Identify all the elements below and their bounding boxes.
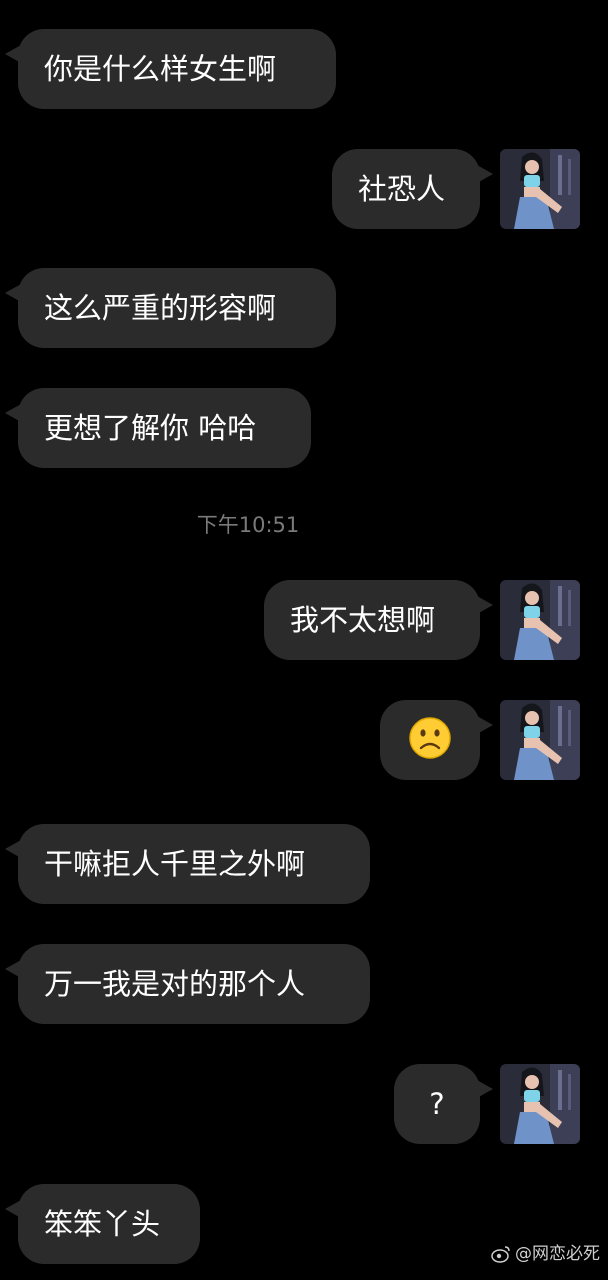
message-bubble-incoming[interactable]: 更想了解你 哈哈 [5, 388, 311, 468]
message-bubble-outgoing[interactable]: ? [394, 1064, 493, 1144]
message-text: 干嘛拒人千里之外啊 [44, 847, 306, 881]
avatar-photo-icon [500, 1064, 580, 1144]
message-text: 笨笨丫头 [44, 1207, 161, 1241]
timestamp: 下午10:51 [196, 513, 300, 537]
message-text: 这么严重的形容啊 [44, 291, 277, 325]
message-bubble-outgoing[interactable]: 我不太想啊 [264, 580, 493, 660]
message-bubble-incoming[interactable]: 你是什么样女生啊 [5, 29, 336, 109]
message-text: 你是什么样女生啊 [44, 52, 277, 86]
watermark-text: @网恋必死 [515, 1244, 600, 1264]
message-bubble-outgoing[interactable] [380, 700, 493, 780]
avatar[interactable] [500, 1064, 580, 1144]
message-bubble-incoming[interactable]: 万一我是对的那个人 [5, 944, 370, 1024]
message-bubble-incoming[interactable]: 干嘛拒人千里之外啊 [5, 824, 370, 904]
frowning-face-icon [409, 717, 451, 759]
message-text: 我不太想啊 [290, 603, 436, 637]
avatar-photo-icon [500, 149, 580, 229]
message-text: ? [429, 1087, 445, 1121]
message-text: 万一我是对的那个人 [44, 967, 306, 1001]
avatar[interactable] [500, 580, 580, 660]
watermark: @网恋必死 [491, 1242, 600, 1266]
message-bubble-incoming[interactable]: 笨笨丫头 [5, 1184, 200, 1264]
message-text: 更想了解你 哈哈 [44, 411, 257, 445]
message-text: 社恐人 [358, 172, 446, 206]
message-bubble-outgoing[interactable]: 社恐人 [332, 149, 493, 229]
avatar-photo-icon [500, 700, 580, 780]
message-bubble-incoming[interactable]: 这么严重的形容啊 [5, 268, 336, 348]
avatar[interactable] [500, 700, 580, 780]
weibo-logo-icon [491, 1246, 510, 1263]
avatar-photo-icon [500, 580, 580, 660]
avatar[interactable] [500, 149, 580, 229]
